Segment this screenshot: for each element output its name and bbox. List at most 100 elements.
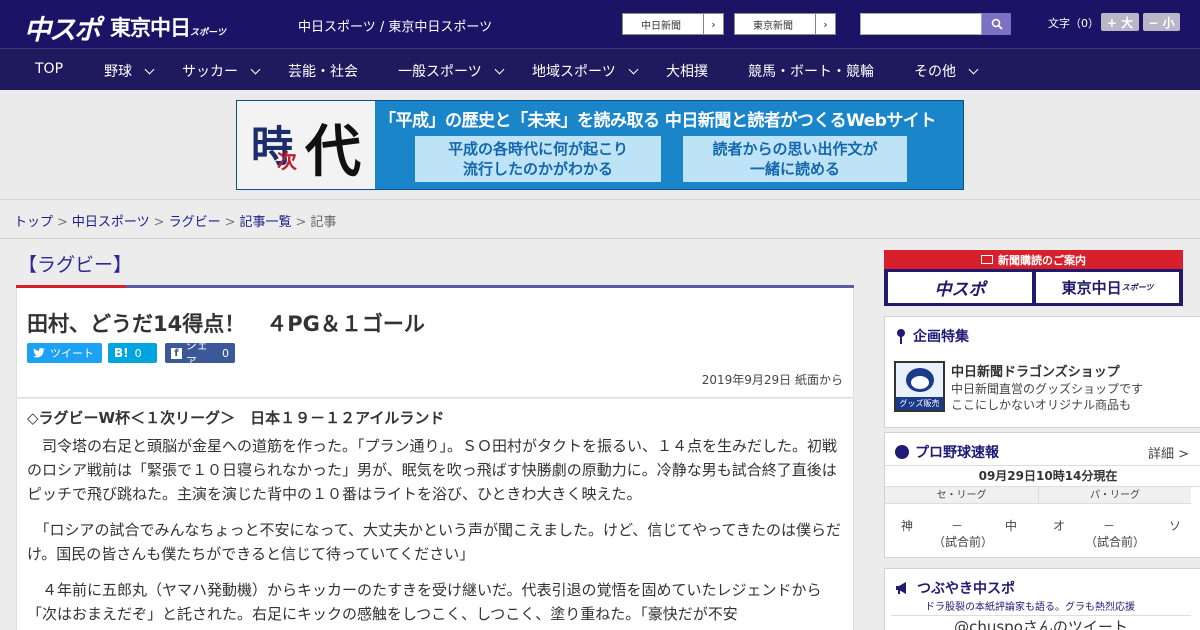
- hatena-icon: B!: [114, 346, 129, 360]
- nav-baseball[interactable]: 野球: [104, 61, 155, 81]
- banner-area: 時 次 代 「平成」の歴史と「未来」を読み取る 中日新聞と読者がつくるWebサイ…: [0, 90, 1200, 200]
- facebook-share-count: 0: [222, 346, 229, 360]
- subscribe-chuspo-button[interactable]: 中スポ: [888, 272, 1032, 303]
- tweet-card: つぶやき中スポ ドラ股裂の本紙評論家も語る。グラも熱烈応援 @chuspoさんの…: [884, 568, 1200, 630]
- divider: [0, 238, 1200, 239]
- baseball-icon: [895, 445, 909, 459]
- breadcrumb-rugby[interactable]: ラグビー: [169, 215, 221, 230]
- text-size-down-button[interactable]: − 小: [1143, 13, 1180, 31]
- text-size-up-button[interactable]: + 大: [1101, 13, 1139, 31]
- tokyo-chunichi-logo-sub: スポーツ: [190, 28, 226, 38]
- mascot-face-inner: [911, 376, 929, 389]
- nav-soccer[interactable]: サッカー: [182, 61, 261, 81]
- tokyo-shimbun-link[interactable]: 東京新聞 ›: [734, 13, 836, 35]
- nav-general-sports-label: 一般スポーツ: [398, 64, 482, 80]
- tweet-button[interactable]: ツイート: [27, 343, 102, 363]
- article-header: 田村、どうだ14得点！ ４PG＆１ゴール ツイート B! 0 f シェア 0 2…: [16, 288, 854, 398]
- pacific-league-header: パ・リーグ: [1038, 487, 1191, 504]
- article-date: 2019年9月29日 紙面から: [701, 373, 843, 387]
- facebook-share-button[interactable]: f シェア 0: [165, 339, 235, 368]
- baseball-detail-link[interactable]: 詳細 >: [1148, 443, 1189, 462]
- feature-title: 企画特集: [895, 326, 969, 346]
- article-headline: 田村、どうだ14得点！ ４PG＆１ゴール: [27, 312, 425, 336]
- breadcrumb-separator: >: [295, 215, 307, 230]
- nav-general-sports[interactable]: 一般スポーツ: [398, 61, 505, 81]
- dragons-shop-image[interactable]: グッズ販売中: [894, 361, 945, 421]
- twitter-icon: [33, 348, 45, 358]
- breadcrumb-current: 記事: [310, 215, 337, 230]
- nav-sumo[interactable]: 大相撲: [666, 61, 708, 81]
- central-score: －: [951, 519, 964, 533]
- subscription-header[interactable]: 新聞購読のご案内: [884, 250, 1183, 269]
- banner-logo: 時 次 代: [237, 101, 375, 189]
- facebook-icon: f: [171, 347, 182, 359]
- chevron-down-icon: [494, 64, 505, 74]
- nav-others[interactable]: その他: [914, 61, 979, 81]
- pin-icon: [897, 329, 905, 344]
- pacific-away-team: ソ: [1169, 519, 1182, 533]
- breadcrumb-separator: >: [57, 215, 68, 230]
- central-league-header: セ・リーグ: [885, 487, 1038, 504]
- newspaper-icon: [981, 255, 993, 264]
- top-header: 中スポ 東京中日スポーツ 中日スポーツ / 東京中日スポーツ 中日新聞 › 東京…: [0, 0, 1200, 48]
- dragons-shop-description-line-1: 中日新聞直営のグッズショップです: [951, 382, 1144, 396]
- nav-local-sports[interactable]: 地域スポーツ: [532, 61, 639, 81]
- article-paragraph: 「ロシアの試合でみんなちょっと不安になって、大丈夫かという声が聞こえました。けど…: [27, 521, 842, 563]
- breadcrumb-separator: >: [224, 215, 236, 230]
- chevron-down-icon: [250, 64, 261, 74]
- nav-soccer-label: サッカー: [182, 64, 238, 80]
- site-tagline: 中日スポーツ / 東京中日スポーツ: [298, 20, 493, 35]
- chunichi-shimbun-link[interactable]: 中日新聞 ›: [622, 13, 724, 35]
- article-paragraph: 司令塔の右足と頭脳が金星への道筋を作った。「プラン通り」。ＳＯ田村がタクトを振る…: [27, 437, 838, 503]
- dragons-shop-description-line-2: ここにしかないオリジナル商品も: [951, 398, 1132, 412]
- hatena-bookmark-button[interactable]: B! 0: [108, 343, 157, 363]
- nav-entertainment[interactable]: 芸能・社会: [288, 61, 358, 81]
- article-subhead: ◇ラグビーW杯＜１次リーグ＞ 日本１９－１２アイルランド: [27, 409, 445, 427]
- nav-racing-label: 競馬・ボート・競輪: [748, 64, 874, 80]
- hatena-count: 0: [134, 346, 142, 360]
- megaphone-icon: [896, 582, 906, 594]
- chevron-right-icon: ›: [815, 14, 835, 34]
- chunichi-shimbun-link-label: 中日新聞: [641, 20, 681, 32]
- banner-logo-char-2: 次: [277, 149, 297, 173]
- twitter-timeline-header[interactable]: @chuspoさんのツイート: [891, 615, 1191, 630]
- pacific-home-team: オ: [1053, 519, 1066, 533]
- dragons-shop-link[interactable]: 中日新聞ドラゴンズショップ: [951, 361, 1120, 380]
- facebook-share-label: シェア: [185, 339, 208, 368]
- nav-baseball-label: 野球: [104, 64, 132, 80]
- breadcrumb-article-list[interactable]: 記事一覧: [240, 215, 292, 230]
- nav-top[interactable]: TOP: [35, 61, 63, 77]
- baseball-score-card: プロ野球速報 詳細 > 09月29日10時14分現在 セ・リーグ パ・リーグ 神…: [884, 432, 1200, 558]
- text-size-label: 文字（0）: [1048, 17, 1099, 30]
- banner-title: 「平成」の歴史と「未来」を読み取る 中日新聞と読者がつくるWebサイト: [379, 111, 936, 131]
- pacific-score: －: [1103, 519, 1116, 533]
- central-home-team: 神: [901, 519, 914, 533]
- chuspo-logo[interactable]: 中スポ: [24, 8, 101, 47]
- jidai-banner[interactable]: 時 次 代 「平成」の歴史と「未来」を読み取る 中日新聞と読者がつくるWebサイ…: [236, 100, 964, 190]
- tokyo-chunichi-logo[interactable]: 東京中日スポーツ: [110, 12, 226, 42]
- chevron-down-icon: [144, 64, 155, 74]
- banner-box-memories-line-2: 一緒に読める: [749, 160, 840, 178]
- search-input[interactable]: [860, 13, 982, 35]
- breadcrumb-top[interactable]: トップ: [14, 215, 53, 230]
- goods-sale-label: グッズ販売中: [896, 397, 943, 421]
- tokyo-chunichi-logo-text: 東京中日: [110, 16, 191, 40]
- nav-top-label: TOP: [35, 61, 64, 77]
- baseball-title: プロ野球速報: [895, 442, 999, 462]
- subscribe-tokyo-chunichi-button[interactable]: 東京中日 スポーツ: [1036, 272, 1179, 303]
- tweet-button-label: ツイート: [50, 347, 94, 360]
- chevron-down-icon: [628, 64, 639, 74]
- subscribe-tokyo-chunichi-label: 東京中日: [1061, 279, 1122, 297]
- search-button[interactable]: [982, 13, 1011, 35]
- banner-box-memories: 読者からの思い出作文が 一緒に読める: [683, 136, 907, 182]
- baseball-title-label: プロ野球速報: [915, 445, 999, 461]
- banner-logo-char-3: 代: [305, 120, 361, 185]
- subscription-header-label: 新聞購読のご案内: [998, 253, 1086, 267]
- breadcrumb-chunichi-sports[interactable]: 中日スポーツ: [72, 215, 150, 230]
- search-icon: [991, 18, 1003, 30]
- tokyo-shimbun-link-label: 東京新聞: [753, 20, 793, 32]
- tweet-subtitle: ドラ股裂の本紙評論家も語る。グラも熱烈応援: [925, 602, 1135, 613]
- nav-entertainment-label: 芸能・社会: [288, 64, 358, 80]
- nav-racing[interactable]: 競馬・ボート・競輪: [748, 61, 874, 81]
- subscribe-tokyo-chunichi-sub: スポーツ: [1121, 283, 1154, 292]
